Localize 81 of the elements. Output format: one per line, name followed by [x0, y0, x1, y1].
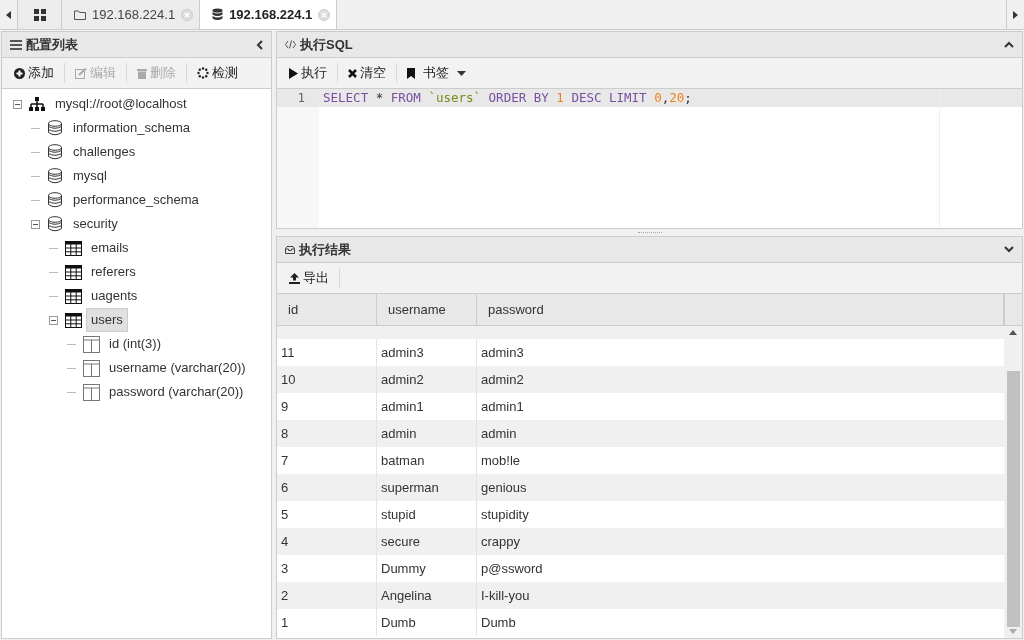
code-editor[interactable]: 1 SELECT * FROM `users` ORDER BY 1 DESC LIMIT 0,20;	[277, 89, 1022, 228]
table-icon	[64, 240, 82, 256]
toolbar-button[interactable]: 添加	[6, 60, 62, 86]
tree-item[interactable]: id (int(3))	[104, 332, 166, 356]
panel-title: 执行结果	[299, 240, 352, 259]
code-icon	[285, 40, 296, 49]
upload-icon	[289, 272, 300, 284]
table-cell-text: admin3	[480, 343, 525, 362]
play-icon	[289, 67, 298, 79]
table-icon	[64, 312, 82, 328]
close-icon	[348, 68, 357, 78]
collapse-icon[interactable]	[256, 39, 263, 50]
network-icon	[29, 97, 45, 111]
chevron-down-icon[interactable]	[1004, 246, 1014, 253]
table-cell-text: admin2	[480, 370, 525, 389]
tree-item[interactable]: users	[86, 308, 128, 332]
database-icon	[47, 144, 63, 160]
table-cell-text: admin1	[480, 397, 525, 416]
panel-title: 执行SQL	[300, 35, 354, 54]
caret-icon	[457, 70, 466, 76]
collapse-icon[interactable]	[48, 315, 58, 325]
collapse-icon[interactable]	[12, 99, 22, 109]
tab[interactable]: 192.168.224.1	[200, 0, 338, 29]
toolbar-button[interactable]: 清空	[340, 60, 394, 86]
scrollbar[interactable]	[1004, 326, 1022, 638]
toolbar-button[interactable]: 检测	[189, 60, 246, 86]
column-icon	[82, 359, 100, 377]
tree-item[interactable]: username (varchar(20))	[104, 356, 251, 380]
database-icon	[47, 192, 63, 208]
table-cell-text: admin	[480, 424, 518, 443]
tree-item[interactable]: password (varchar(20))	[104, 380, 249, 404]
table-icon	[64, 264, 82, 280]
table-cell: 1	[277, 609, 377, 636]
edit-icon	[75, 67, 87, 79]
database-icon	[47, 168, 63, 184]
tree-item[interactable]: emails	[86, 236, 134, 260]
bookmark-icon	[407, 67, 415, 79]
list-icon	[10, 39, 22, 50]
column-header[interactable]: username	[377, 294, 477, 325]
tab[interactable]: 192.168.224.1	[62, 0, 201, 29]
plus-circle-icon	[14, 67, 25, 79]
trash-icon	[137, 67, 147, 79]
tree-item[interactable]: performance_schema	[68, 188, 204, 212]
tree-item[interactable]: challenges	[68, 140, 141, 164]
tree-item[interactable]: mysql	[68, 164, 112, 188]
chevron-up-icon[interactable]	[1004, 41, 1014, 48]
table-cell-text: stupidity	[480, 505, 530, 524]
tree-item[interactable]: mysql://root@localhost	[50, 92, 192, 116]
spinner-icon	[197, 67, 209, 79]
table-icon	[64, 288, 82, 304]
table-cell-text: genious	[480, 478, 528, 497]
panel-title: 配置列表	[26, 35, 79, 54]
tree-item[interactable]: security	[68, 212, 123, 236]
column-icon	[82, 383, 100, 401]
toolbar-button[interactable]: 导出	[281, 265, 337, 291]
toolbar-button[interactable]: 执行	[281, 60, 335, 86]
table-cell-text: p@ssword	[480, 559, 544, 578]
table-cell-text: I-kill-you	[480, 586, 531, 605]
tab[interactable]	[18, 0, 62, 29]
scrollbar-thumb[interactable]	[1006, 371, 1020, 627]
toolbar-button[interactable]: 书签	[399, 60, 474, 86]
tree-item[interactable]: referers	[86, 260, 141, 284]
tree-item[interactable]: information_schema	[68, 116, 196, 140]
folder-icon	[74, 9, 86, 20]
table-cell-text: Dumb	[480, 613, 517, 632]
column-icon	[82, 335, 100, 353]
collapse-icon[interactable]	[30, 219, 40, 229]
table-cell-text: crappy	[480, 532, 522, 551]
up-arrow-icon[interactable]	[1009, 330, 1017, 335]
table-cell-text: mob!le	[480, 451, 522, 470]
database-icon	[47, 120, 63, 136]
grid-icon	[33, 8, 46, 21]
database-icon	[47, 216, 63, 232]
table-cell: Dumb	[377, 609, 477, 636]
right-arrow-icon	[1013, 10, 1018, 19]
tree-item[interactable]: uagents	[86, 284, 143, 308]
column-header[interactable]: id	[277, 294, 377, 325]
left-arrow-icon	[6, 10, 11, 19]
inbox-icon	[285, 245, 295, 254]
line-number: 1	[277, 89, 319, 107]
database-icon	[212, 8, 224, 21]
